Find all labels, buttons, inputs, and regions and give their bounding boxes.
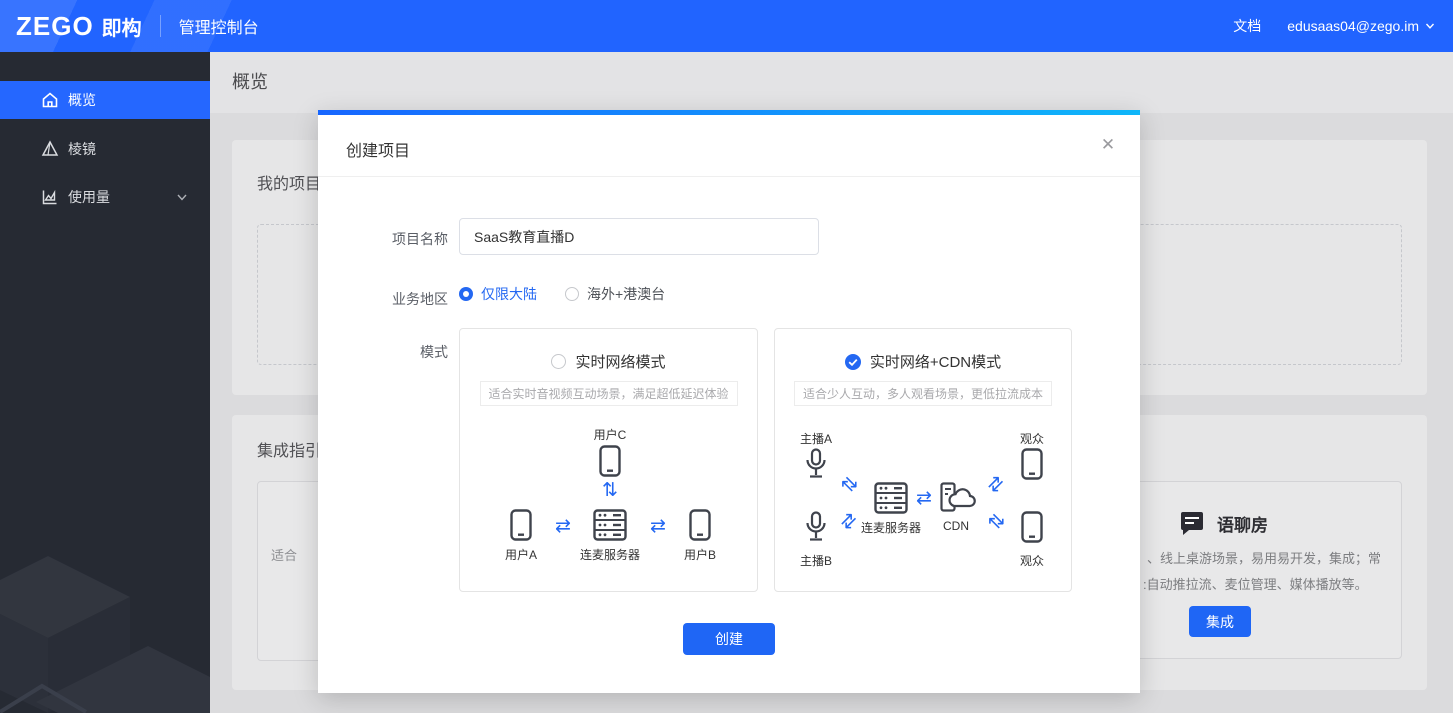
close-icon[interactable]: ✕ <box>1098 135 1118 155</box>
page-title: 概览 <box>232 72 268 92</box>
diagram-label-host-b: 主播B <box>799 554 833 568</box>
region-option-overseas[interactable]: 海外+港澳台 <box>565 284 665 304</box>
phone-icon <box>599 445 621 482</box>
diagram-label-server: 连麦服务器 <box>860 521 922 535</box>
sidebar-item-usage[interactable]: 使用量 <box>0 178 210 216</box>
chevron-down-icon <box>177 194 187 201</box>
sidebar-item-overview[interactable]: 概览 <box>0 81 210 119</box>
account-menu[interactable]: edusaas04@zego.im <box>1287 18 1435 34</box>
my-projects-title: 我的项目 <box>257 176 322 193</box>
diagram-label-user-c: 用户C <box>593 428 627 442</box>
sidebar-item-label: 使用量 <box>68 189 110 205</box>
logo-cn-text: 即构 <box>101 17 142 40</box>
voice-room-desc-line2: :自动推拉流、麦位管理、媒体播放等。 <box>1143 577 1368 592</box>
create-button[interactable]: 创建 <box>683 623 775 655</box>
phone-icon <box>689 509 711 546</box>
region-label: 业务地区 <box>392 291 448 307</box>
radio-unselected-icon[interactable] <box>551 354 567 369</box>
exchange-arrow-diagonal-icon: ⇄ <box>835 507 863 535</box>
zego-logo: ZEGO 即构 <box>16 11 142 42</box>
phone-icon <box>1021 511 1043 548</box>
mode-label: 模式 <box>420 344 448 360</box>
sidebar-item-prism[interactable]: 棱镜 <box>0 130 210 168</box>
exchange-arrow-diagonal-icon: ⇄ <box>982 470 1010 498</box>
sidebar: 概览 棱镜 使用量 <box>0 52 210 713</box>
logo-text: ZEGO <box>16 10 94 41</box>
chat-room-icon <box>1181 512 1203 535</box>
mode-card-rtc[interactable]: 实时网络模式 适合实时音视频互动场景，满足超低延迟体验 用户C ⇅ ⇄ ⇄ 用户… <box>459 328 758 592</box>
radio-selected-icon[interactable] <box>459 287 473 301</box>
radio-unselected-icon[interactable] <box>565 287 579 301</box>
project-name-label: 项目名称 <box>392 231 448 247</box>
chevron-down-icon <box>1425 23 1435 29</box>
docs-link[interactable]: 文档 <box>1233 16 1261 36</box>
integration-guide-title: 集成指引 <box>257 443 322 460</box>
diagram-label-user-b: 用户B <box>683 548 717 562</box>
voice-room-desc-line1: 、线上桌游场景，易用易开发，集成；常 <box>1147 551 1382 566</box>
microphone-icon <box>804 511 828 548</box>
create-project-modal: 创建项目 ✕ 项目名称 业务地区 仅限大陆 海外+港澳台 模式 实时网络模式 适… <box>318 110 1140 693</box>
voice-room-title: 语聊房 <box>1217 515 1268 535</box>
exchange-arrow-vertical-icon: ⇅ <box>602 479 618 501</box>
diagram-label-user-a: 用户A <box>504 548 538 562</box>
decorative-cubes <box>0 556 210 713</box>
diagram-label-cdn: CDN <box>943 519 969 533</box>
sidebar-item-label: 概览 <box>68 92 96 108</box>
mode-title: 实时网络模式 <box>575 354 666 371</box>
prism-icon <box>40 139 60 159</box>
diagram-label-viewer-bottom: 观众 <box>1019 554 1045 568</box>
integrate-button[interactable]: 集成 <box>1189 606 1251 637</box>
phone-icon <box>510 509 532 546</box>
console-title: 管理控制台 <box>178 20 259 37</box>
exchange-arrow-diagonal-icon: ⇄ <box>835 470 863 498</box>
project-name-input[interactable] <box>459 218 819 255</box>
diagram-label-viewer-top: 观众 <box>1019 432 1045 446</box>
cdn-icon <box>940 482 976 519</box>
server-icon <box>874 482 908 519</box>
region-option-label: 仅限大陆 <box>481 286 537 302</box>
usage-chart-icon <box>40 187 60 207</box>
mode-subtitle: 适合实时音视频互动场景，满足超低延迟体验 <box>479 381 738 406</box>
mode-subtitle: 适合少人互动，多人观看场景，更低拉流成本 <box>793 381 1053 406</box>
account-email: edusaas04@zego.im <box>1287 18 1419 34</box>
guide-left-text: 适合 <box>271 548 298 563</box>
page-header: 概览 <box>210 52 1453 113</box>
exchange-arrow-icon: ⇄ <box>650 515 666 537</box>
modal-title: 创建项目 <box>346 143 411 160</box>
exchange-arrow-diagonal-icon: ⇄ <box>982 507 1010 535</box>
topbar: ZEGO 即构 管理控制台 文档 edusaas04@zego.im <box>0 0 1453 52</box>
topbar-divider <box>159 15 161 37</box>
diagram-label-server: 连麦服务器 <box>579 548 641 562</box>
exchange-arrow-icon: ⇄ <box>916 487 932 509</box>
server-icon <box>593 509 627 546</box>
exchange-arrow-icon: ⇄ <box>555 515 571 537</box>
microphone-icon <box>804 448 828 485</box>
modal-header: 创建项目 ✕ <box>318 115 1140 177</box>
mode-title: 实时网络+CDN模式 <box>869 354 1002 371</box>
diagram-label-host-a: 主播A <box>799 432 833 446</box>
home-icon <box>40 90 60 110</box>
sidebar-item-label: 棱镜 <box>68 141 96 157</box>
radio-checked-icon[interactable] <box>844 353 861 370</box>
mode-card-rtc-cdn[interactable]: 实时网络+CDN模式 适合少人互动，多人观看场景，更低拉流成本 主播A 观众 ⇄… <box>774 328 1072 592</box>
region-option-label: 海外+港澳台 <box>587 286 666 302</box>
phone-icon <box>1021 448 1043 485</box>
region-option-mainland[interactable]: 仅限大陆 <box>459 284 537 304</box>
